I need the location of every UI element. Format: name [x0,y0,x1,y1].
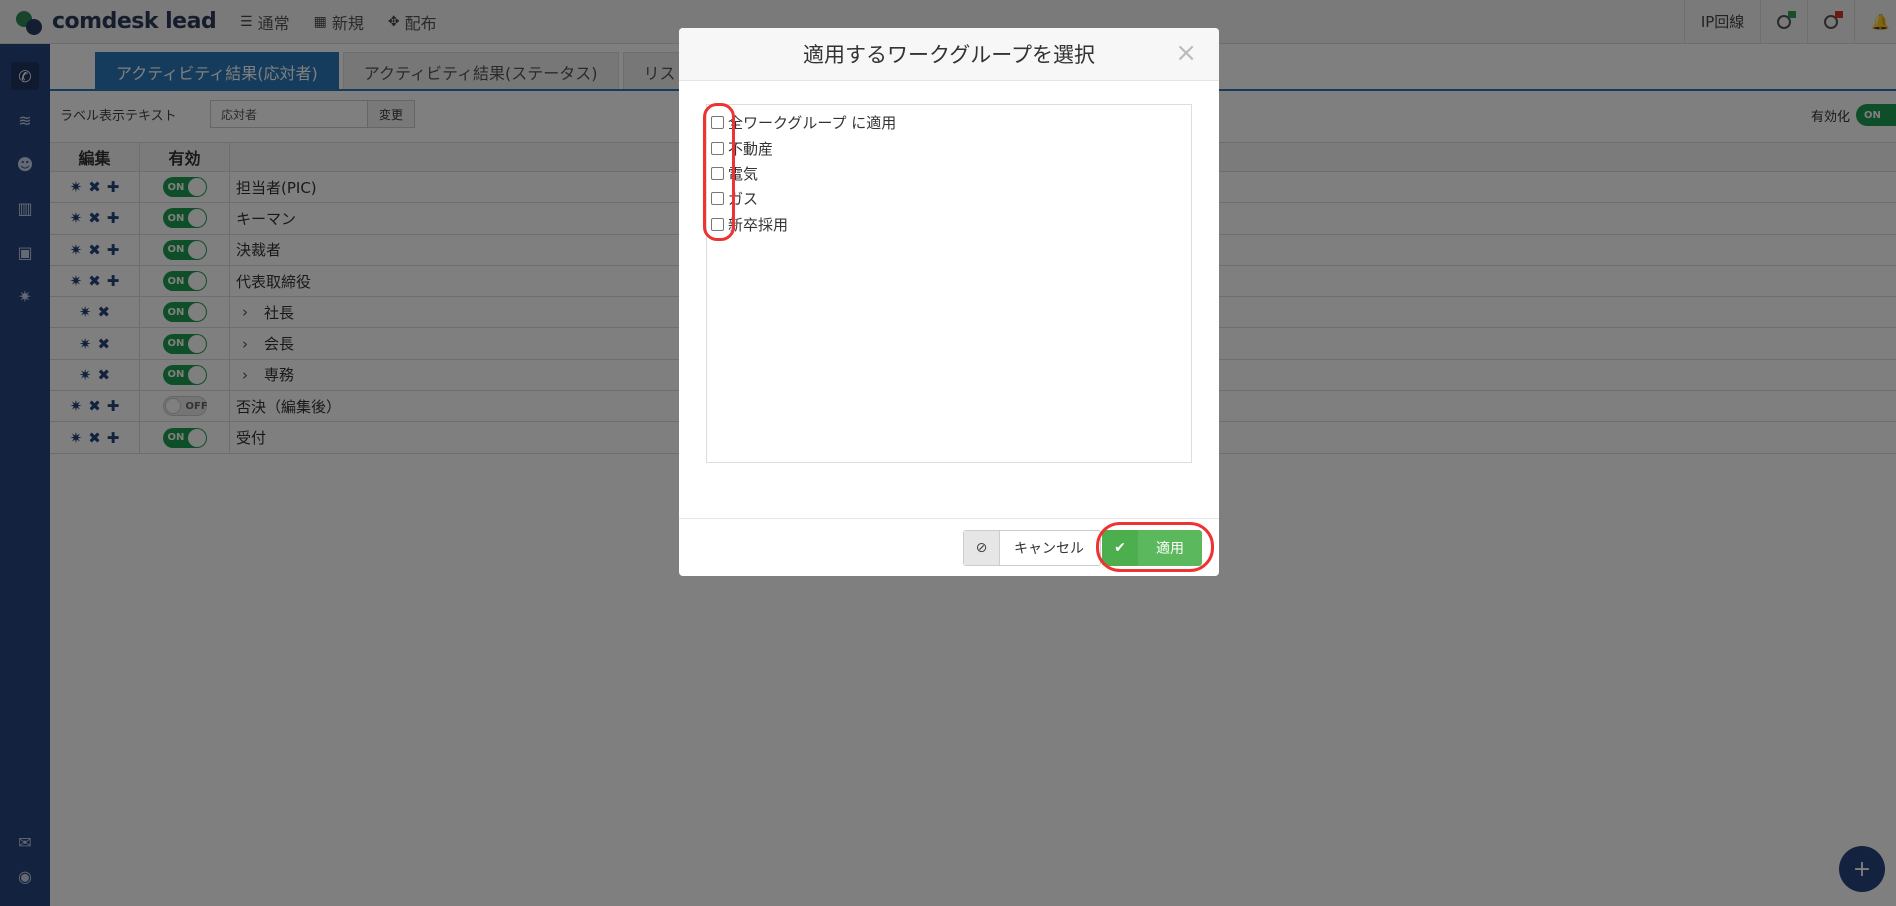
workgroup-label: 全ワークグループ に適用 [728,114,897,133]
workgroup-option[interactable]: ガス [707,186,1191,211]
annotation-apply-highlight [1096,522,1214,572]
cancel-button[interactable]: ⊘ キャンセル [963,530,1101,566]
workgroup-option[interactable]: 不動産 [707,135,1191,160]
dialog-header: 適用するワークグループを選択 × [679,28,1219,81]
close-icon[interactable]: × [1175,38,1197,68]
workgroup-label: 新卒採用 [728,215,789,234]
annotation-checkbox-highlight [703,103,735,241]
workgroup-select-dialog: 適用するワークグループを選択 × 全ワークグループ に適用不動産 電気 ガス新卒採用… [679,28,1219,576]
dialog-title: 適用するワークグループを選択 [803,43,1095,67]
workgroup-option[interactable]: 新卒採用 [707,212,1191,237]
cancel-label: キャンセル [1014,541,1084,557]
ban-icon: ⊘ [964,531,1000,565]
workgroup-list: 全ワークグループ に適用不動産 電気 ガス新卒採用 [706,104,1192,463]
workgroup-option[interactable]: 全ワークグループ に適用 [707,110,1191,135]
workgroup-option[interactable]: 電気 [707,161,1191,186]
